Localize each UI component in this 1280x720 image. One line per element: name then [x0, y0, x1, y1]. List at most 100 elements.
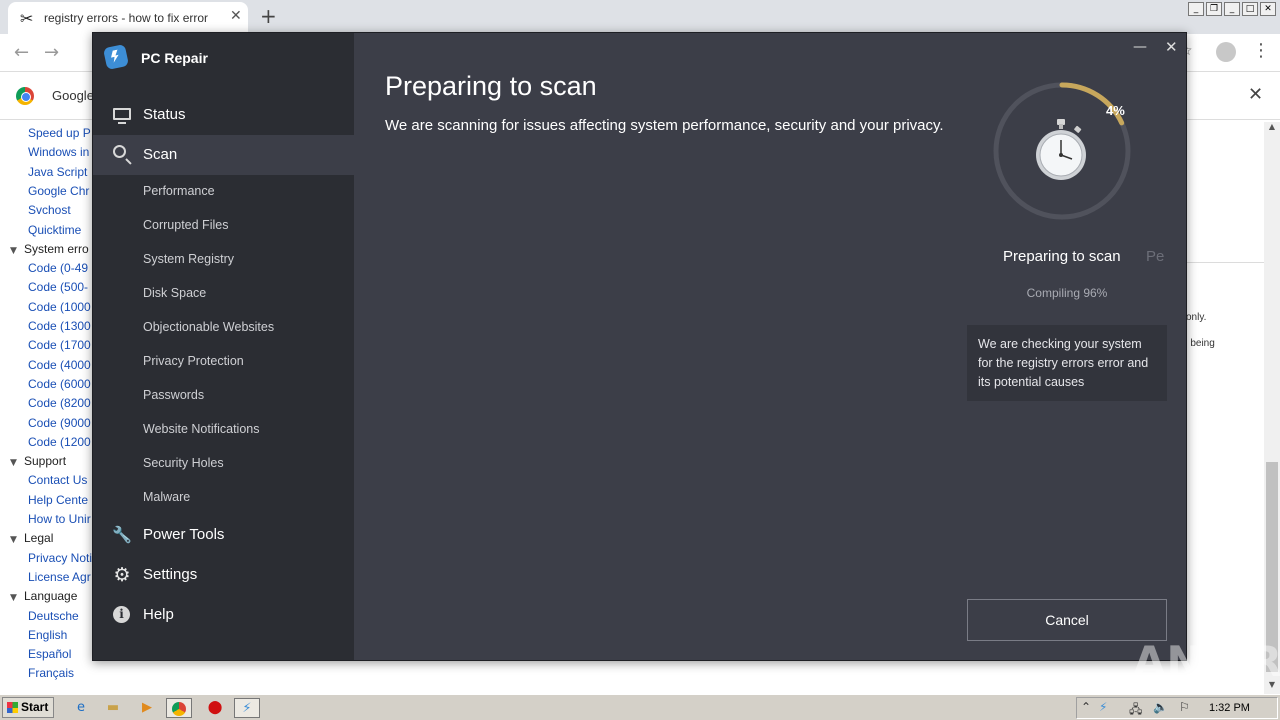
tree-heading-label: Language — [24, 589, 78, 604]
folder-icon[interactable]: ▬ — [100, 698, 126, 718]
nav-item-status[interactable]: Status — [93, 95, 354, 135]
tree-link[interactable]: License Agr — [28, 570, 91, 584]
tree-link[interactable]: Code (500- — [28, 280, 88, 294]
page-scrollbar[interactable]: ▲ ▼ — [1264, 122, 1280, 694]
tree-section-heading[interactable]: ▼ System erro — [10, 242, 89, 256]
tree-link[interactable]: Español — [28, 647, 71, 661]
tree-link[interactable]: Svchost — [28, 203, 71, 217]
profile-avatar[interactable] — [1216, 42, 1236, 62]
progress-percent: 4% — [1106, 103, 1125, 118]
collapse-arrow-icon[interactable]: ▼ — [10, 593, 24, 603]
scan-subitem[interactable]: Objectionable Websites — [143, 320, 274, 334]
windows-flag-icon — [7, 702, 18, 713]
scissors-icon: ✂ — [20, 9, 34, 28]
ie-icon[interactable]: e — [68, 698, 94, 718]
tree-link[interactable]: Java Script — [28, 165, 87, 179]
tree-link[interactable]: Google Chr — [28, 184, 89, 198]
collapse-arrow-icon[interactable]: ▼ — [10, 535, 24, 545]
info-icon: i — [113, 606, 130, 623]
minimize-icon[interactable]: _ — [1188, 2, 1204, 16]
app-close-icon[interactable]: ✕ — [1165, 38, 1178, 56]
tree-link[interactable]: Code (8200 — [28, 396, 91, 410]
tree-link[interactable]: Code (4000 — [28, 358, 91, 372]
search-icon — [113, 145, 126, 158]
scan-subitem[interactable]: Passwords — [143, 388, 204, 402]
flag-icon[interactable]: ⚐ — [1179, 700, 1190, 714]
minimize-window-icon[interactable]: _ — [1224, 2, 1240, 16]
scan-subitem[interactable]: System Registry — [143, 252, 234, 266]
maximize-icon[interactable]: □ — [1242, 2, 1258, 16]
pc-repair-tray-icon[interactable]: ⚡ — [1099, 700, 1107, 714]
tree-link[interactable]: Code (1700 — [28, 338, 91, 352]
tree-link[interactable]: How to Unir — [28, 512, 91, 526]
nav-item-settings[interactable]: ⚙ Settings — [93, 555, 354, 595]
scan-subitem[interactable]: Website Notifications — [143, 422, 260, 436]
tree-heading-label: Support — [24, 454, 67, 469]
tree-link[interactable]: Code (0-49 — [28, 261, 88, 275]
wrench-icon: 🔧 — [112, 525, 132, 544]
kebab-menu-icon[interactable]: ⋮ — [1252, 40, 1270, 61]
tree-link[interactable]: Windows in — [28, 145, 89, 159]
tree-link[interactable]: Code (1200 — [28, 435, 91, 449]
chrome-taskbar-icon[interactable] — [166, 698, 192, 718]
collapse-arrow-icon[interactable]: ▼ — [10, 458, 24, 468]
tree-link[interactable]: English — [28, 628, 67, 642]
close-tab-icon[interactable]: ✕ — [230, 8, 242, 24]
volume-icon[interactable]: 🔈 — [1153, 700, 1168, 714]
browser-tab[interactable]: ✂ registry errors - how to fix error ✕ — [8, 2, 248, 34]
new-tab-button[interactable]: + — [260, 4, 277, 28]
cancel-button[interactable]: Cancel — [967, 599, 1167, 641]
nav-item-help[interactable]: i Help — [93, 595, 354, 635]
tree-link[interactable]: Privacy Noti — [28, 551, 92, 565]
infobar-close-icon[interactable]: ✕ — [1248, 84, 1263, 105]
start-button[interactable]: Start — [2, 697, 54, 718]
tree-link[interactable]: Code (1300 — [28, 319, 91, 333]
scan-subitem[interactable]: Performance — [143, 184, 215, 198]
nav-item-label: Settings — [143, 566, 198, 583]
forward-arrow-icon[interactable]: → — [44, 42, 59, 63]
tree-link[interactable]: Code (9000 — [28, 416, 91, 430]
compiling-status: Compiling 96% — [1026, 286, 1108, 300]
monitor-icon — [113, 108, 131, 124]
tree-section-heading[interactable]: ▼ Language — [10, 589, 77, 603]
scan-subitem[interactable]: Disk Space — [143, 286, 206, 300]
nav-item-power-tools[interactable]: 🔧 Power Tools — [93, 515, 354, 555]
anyrun-watermark: ANY RUN — [1133, 637, 1280, 686]
tree-section-heading[interactable]: ▼ Support — [10, 454, 66, 468]
browser-tab-bar: ✂ registry errors - how to fix error ✕ +… — [0, 0, 1280, 34]
scan-subitem[interactable]: Corrupted Files — [143, 218, 228, 232]
nav-item-label: Scan — [143, 146, 178, 163]
tree-link[interactable]: Contact Us — [28, 473, 87, 487]
tree-link[interactable]: Français — [28, 666, 74, 680]
scroll-up-icon[interactable]: ▲ — [1264, 122, 1280, 136]
scan-subitem[interactable]: Privacy Protection — [143, 354, 244, 368]
network-icon[interactable]: 🖧 — [1129, 700, 1142, 720]
app-title: PC Repair — [141, 50, 208, 66]
nav-item-label: Power Tools — [143, 526, 225, 543]
scan-subitem[interactable]: Malware — [143, 490, 190, 504]
tree-link[interactable]: Speed up P — [28, 126, 91, 140]
scan-info-box: We are checking your system for the regi… — [967, 325, 1167, 401]
tree-link[interactable]: Deutsche — [28, 609, 79, 623]
collapse-arrow-icon[interactable]: ▼ — [10, 246, 24, 256]
media-player-icon[interactable]: ▶ — [134, 698, 160, 718]
app-minimize-icon[interactable]: — — [1133, 39, 1147, 55]
close-window-icon[interactable]: ✕ — [1260, 2, 1276, 16]
tree-section-heading[interactable]: ▼ Legal — [10, 531, 53, 545]
pc-repair-taskbar-icon[interactable]: ⚡ — [234, 698, 260, 718]
back-arrow-icon[interactable]: ← — [14, 42, 29, 63]
chrome-logo-icon — [16, 87, 34, 105]
tree-link[interactable]: Code (1000 — [28, 300, 91, 314]
clock: 1:32 PM — [1209, 702, 1250, 714]
tree-link[interactable]: Quicktime — [28, 223, 81, 237]
tree-link[interactable]: Help Cente — [28, 493, 88, 507]
restore-icon[interactable]: ❐ — [1206, 2, 1222, 16]
app-sidebar: PC Repair Status Scan Performance Corrupt… — [93, 33, 354, 660]
tree-heading-label: System erro — [24, 241, 89, 256]
scan-subitem[interactable]: Security Holes — [143, 456, 224, 470]
web-text-fragment: only. — [1186, 312, 1207, 323]
tray-expand-icon[interactable]: ⌃ — [1081, 700, 1091, 714]
tree-link[interactable]: Code (6000 — [28, 377, 91, 391]
antivirus-icon[interactable]: ⬤ — [202, 698, 228, 718]
nav-item-scan[interactable]: Scan — [93, 135, 354, 175]
